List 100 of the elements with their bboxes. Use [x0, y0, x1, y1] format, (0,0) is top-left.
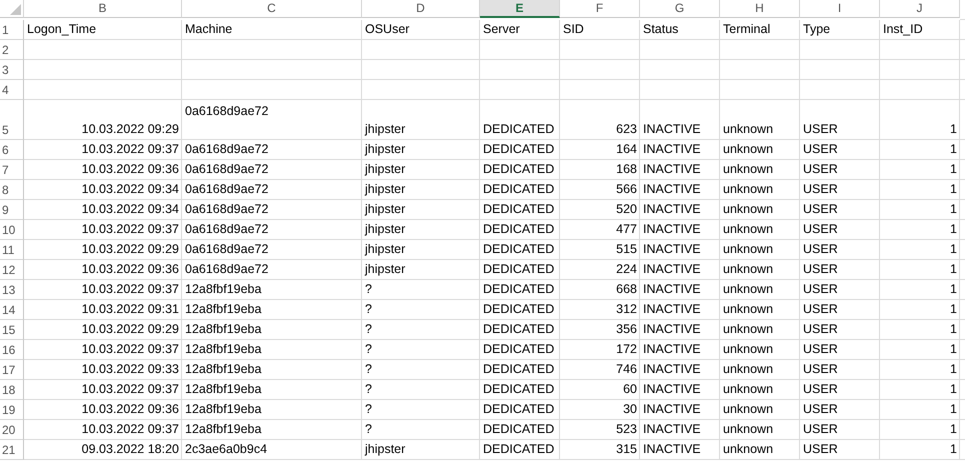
- table-cell: 12a8fbf19eba: [182, 400, 362, 420]
- table-cell: 10.03.2022 09:31: [24, 300, 182, 320]
- table-cell: jhipster: [362, 260, 480, 280]
- table-cell: 10.03.2022 09:37: [24, 420, 182, 440]
- row-header[interactable]: 15: [0, 320, 24, 340]
- table-cell: 10.03.2022 09:29: [24, 320, 182, 340]
- table-cell: DEDICATED: [480, 240, 560, 260]
- table-cell: 356: [560, 320, 640, 340]
- table-cell: ?: [362, 300, 480, 320]
- table-cell: DEDICATED: [480, 200, 560, 220]
- column-header[interactable]: J: [880, 0, 960, 18]
- table-cell: 10.03.2022 09:34: [24, 200, 182, 220]
- table-cell: DEDICATED: [480, 320, 560, 340]
- column-header[interactable]: C: [182, 0, 362, 18]
- row-header[interactable]: 14: [0, 300, 24, 320]
- row-header[interactable]: 7: [0, 160, 24, 180]
- row-header[interactable]: 19: [0, 400, 24, 420]
- table-cell: 172: [560, 340, 640, 360]
- table-cell: unknown: [720, 160, 800, 180]
- table-cell: 0a6168d9ae72: [182, 100, 362, 140]
- table-cell: 1: [880, 160, 960, 180]
- table-cell: 164: [560, 140, 640, 160]
- column-header[interactable]: D: [362, 0, 480, 18]
- table-cell: DEDICATED: [480, 400, 560, 420]
- column-header[interactable]: F: [560, 0, 640, 18]
- table-cell: 0a6168d9ae72: [182, 260, 362, 280]
- table-cell: jhipster: [362, 100, 480, 140]
- table-cell: unknown: [720, 380, 800, 400]
- row-header[interactable]: 4: [0, 80, 24, 100]
- row-header[interactable]: 9: [0, 200, 24, 220]
- row-header[interactable]: 13: [0, 280, 24, 300]
- table-cell: 1: [880, 400, 960, 420]
- table-cell: 09.03.2022 18:20: [24, 440, 182, 460]
- row-header[interactable]: 2: [0, 40, 24, 60]
- column-title: SID: [560, 20, 640, 40]
- table-cell: jhipster: [362, 220, 480, 240]
- column-title: Logon_Time: [24, 20, 182, 40]
- table-cell: INACTIVE: [640, 200, 720, 220]
- table-cell: unknown: [720, 340, 800, 360]
- table-cell: 0a6168d9ae72: [182, 220, 362, 240]
- table-cell: jhipster: [362, 200, 480, 220]
- table-cell: 312: [560, 300, 640, 320]
- table-cell: 520: [560, 200, 640, 220]
- column-title: Status: [640, 20, 720, 40]
- table-cell: ?: [362, 380, 480, 400]
- table-cell: 12a8fbf19eba: [182, 420, 362, 440]
- row-header[interactable]: 1: [0, 20, 24, 40]
- table-cell: USER: [800, 180, 880, 200]
- table-cell: INACTIVE: [640, 160, 720, 180]
- table-cell: jhipster: [362, 180, 480, 200]
- column-header[interactable]: H: [720, 0, 800, 18]
- table-cell: 1: [880, 180, 960, 200]
- column-title: Terminal: [720, 20, 800, 40]
- table-cell: DEDICATED: [480, 300, 560, 320]
- row-header[interactable]: 20: [0, 420, 24, 440]
- table-cell: unknown: [720, 320, 800, 340]
- table-cell: jhipster: [362, 160, 480, 180]
- row-header[interactable]: 5: [0, 100, 24, 140]
- table-cell: INACTIVE: [640, 280, 720, 300]
- table-cell: 668: [560, 280, 640, 300]
- row-header[interactable]: 8: [0, 180, 24, 200]
- table-cell: USER: [800, 420, 880, 440]
- select-all-button[interactable]: [10, 4, 21, 15]
- table-cell: 1: [880, 240, 960, 260]
- table-cell: 1: [880, 260, 960, 280]
- row-header[interactable]: 12: [0, 260, 24, 280]
- column-header[interactable]: B: [24, 0, 182, 18]
- column-header[interactable]: G: [640, 0, 720, 18]
- table-cell: 10.03.2022 09:37: [24, 340, 182, 360]
- table-cell: 12a8fbf19eba: [182, 320, 362, 340]
- table-cell: INACTIVE: [640, 260, 720, 280]
- row-header[interactable]: 17: [0, 360, 24, 380]
- table-cell: USER: [800, 100, 880, 140]
- table-cell: INACTIVE: [640, 360, 720, 380]
- column-header[interactable]: E: [480, 0, 560, 18]
- table-cell: USER: [800, 320, 880, 340]
- row-header[interactable]: 16: [0, 340, 24, 360]
- row-header[interactable]: 21: [0, 440, 24, 460]
- table-cell: INACTIVE: [640, 340, 720, 360]
- table-cell: unknown: [720, 420, 800, 440]
- table-cell: USER: [800, 400, 880, 420]
- row-header[interactable]: 10: [0, 220, 24, 240]
- table-cell: DEDICATED: [480, 420, 560, 440]
- table-cell: 224: [560, 260, 640, 280]
- table-cell: INACTIVE: [640, 420, 720, 440]
- table-cell: 1: [880, 340, 960, 360]
- column-header[interactable]: I: [800, 0, 880, 18]
- table-cell: ?: [362, 400, 480, 420]
- row-header[interactable]: 18: [0, 380, 24, 400]
- table-cell: 10.03.2022 09:34: [24, 180, 182, 200]
- table-cell: DEDICATED: [480, 360, 560, 380]
- table-cell: 1: [880, 420, 960, 440]
- table-cell: jhipster: [362, 240, 480, 260]
- row-header[interactable]: 11: [0, 240, 24, 260]
- table-cell: 30: [560, 400, 640, 420]
- table-cell: 12a8fbf19eba: [182, 300, 362, 320]
- row-header[interactable]: 3: [0, 60, 24, 80]
- table-cell: 10.03.2022 09:37: [24, 380, 182, 400]
- table-cell: unknown: [720, 200, 800, 220]
- row-header[interactable]: 6: [0, 140, 24, 160]
